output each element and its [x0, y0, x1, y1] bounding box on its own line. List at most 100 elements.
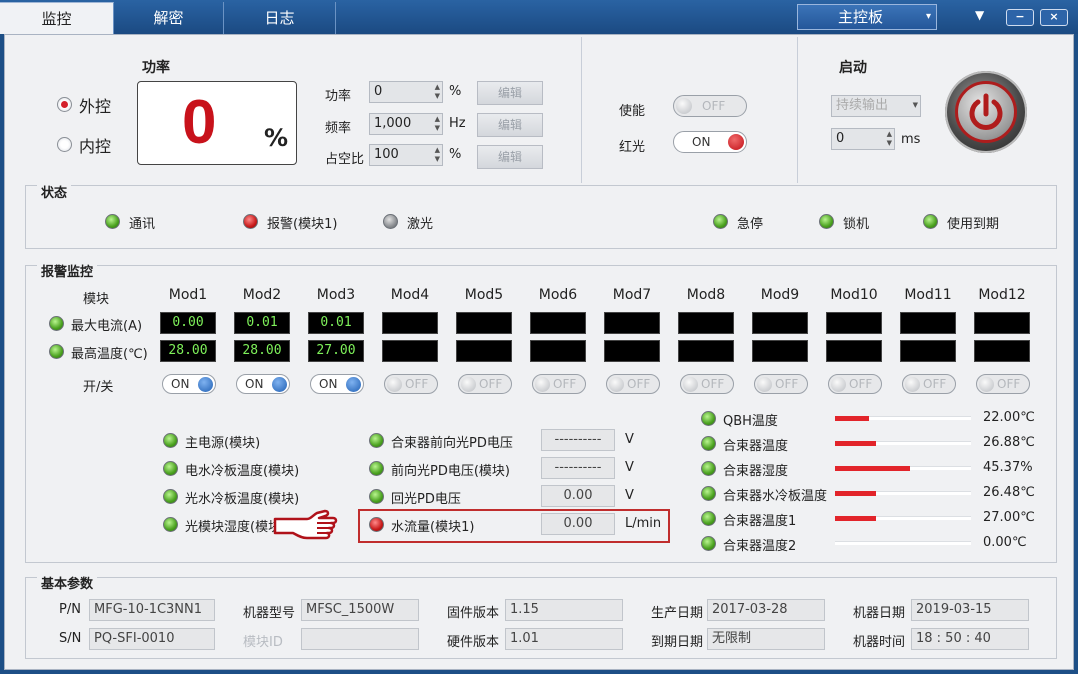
module-header-10: Mod10 — [830, 287, 878, 303]
module-switch-4[interactable]: OFF — [384, 374, 438, 394]
spinner-icon[interactable]: ▲ ▼ — [435, 146, 440, 164]
switch-state: OFF — [701, 377, 725, 391]
sensor-led — [701, 486, 716, 501]
pointing-hand-icon — [273, 509, 338, 540]
enable-toggle[interactable]: OFF — [673, 95, 747, 117]
sensor-value: 27.00℃ — [983, 510, 1035, 525]
comm-led — [105, 214, 120, 229]
module-switch-6[interactable]: OFF — [532, 374, 586, 394]
sensor-bar-fill — [835, 516, 876, 521]
module-switch-3[interactable]: ON — [310, 374, 364, 394]
module-switch-12[interactable]: OFF — [976, 374, 1030, 394]
max-current-cell — [900, 312, 956, 334]
sensor-label: 合束器湿度 — [723, 464, 789, 479]
max-temp-cell — [604, 340, 660, 362]
spinner-icon[interactable]: ▲ ▼ — [435, 115, 440, 133]
module-switch-9[interactable]: OFF — [754, 374, 808, 394]
switch-state: ON — [319, 377, 338, 391]
module-switch-5[interactable]: OFF — [458, 374, 512, 394]
sensor-label: QBH温度 — [723, 414, 778, 429]
max-temp-cell — [752, 340, 808, 362]
main-board-select[interactable]: 主控板 ▾ — [797, 4, 937, 30]
basic-param-label: 机器时间 — [853, 635, 906, 650]
start-title: 启动 — [839, 60, 867, 76]
menu-arrow-icon[interactable]: ▼ — [975, 8, 984, 22]
sensor-bar — [835, 516, 971, 521]
power-title: 功率 — [142, 60, 170, 76]
max-current-cell — [530, 312, 586, 334]
alarm-item-label: 光模块湿度(模块) — [185, 520, 287, 535]
alarm-item-label: 回光PD电压 — [391, 492, 461, 507]
sensor-bar — [835, 541, 971, 545]
module-switch-11[interactable]: OFF — [902, 374, 956, 394]
red-light-toggle[interactable]: ON — [673, 131, 747, 153]
start-power-button[interactable] — [945, 71, 1027, 153]
module-switch-8[interactable]: OFF — [680, 374, 734, 394]
max-current-label: 最大电流(A) — [71, 319, 143, 334]
sensor-bar-fill — [835, 416, 869, 421]
basic-param-value: MFG-10-1C3NN1 — [89, 599, 215, 621]
max-temp-cell: 27.00 — [308, 340, 364, 362]
param-frequency-input[interactable]: 1,000 ▲ ▼ — [369, 113, 443, 135]
sensor-value: 26.88℃ — [983, 435, 1035, 450]
close-button[interactable]: × — [1040, 9, 1068, 26]
tab-decrypt[interactable]: 解密 — [114, 2, 224, 34]
internal-control-label: 内控 — [79, 137, 112, 156]
toggle-knob — [728, 134, 744, 150]
radio-external-control[interactable] — [57, 97, 72, 112]
tab-monitor[interactable]: 监控 — [0, 2, 114, 34]
edit-frequency-button[interactable]: 编辑 — [477, 113, 543, 137]
switch-state: OFF — [553, 377, 577, 391]
param-power-label: 功率 — [325, 89, 352, 104]
module-header-4: Mod4 — [390, 287, 430, 303]
max-current-cell: 0.00 — [160, 312, 216, 334]
sensor-value: 45.37% — [983, 460, 1033, 475]
max-temp-cell — [974, 340, 1030, 362]
module-switch-7[interactable]: OFF — [606, 374, 660, 394]
spinner-icon[interactable]: ▲ ▼ — [435, 83, 440, 101]
module-header-9: Mod9 — [760, 287, 800, 303]
switch-state: ON — [171, 377, 190, 391]
alarm-item-value: 0.00 — [541, 485, 615, 507]
max-temp-led — [49, 344, 64, 359]
sensor-bar-fill — [835, 441, 876, 446]
module-header-11: Mod11 — [904, 287, 952, 303]
param-power-input[interactable]: 0 ▲ ▼ — [369, 81, 443, 103]
estop-label: 急停 — [737, 217, 764, 232]
max-current-cell — [752, 312, 808, 334]
radio-internal-control[interactable] — [57, 137, 72, 152]
basic-param-value: 1.15 — [505, 599, 623, 621]
lock-label: 锁机 — [843, 217, 870, 232]
module-header-3: Mod3 — [316, 287, 356, 303]
param-duty-input[interactable]: 100 ▲ ▼ — [369, 144, 443, 166]
alarm-item-label: 电水冷板温度(模块) — [185, 464, 300, 479]
switch-label: 开/关 — [83, 380, 114, 395]
basic-param-label: 固件版本 — [447, 606, 500, 621]
edit-duty-button[interactable]: 编辑 — [477, 145, 543, 169]
module-switch-10[interactable]: OFF — [828, 374, 882, 394]
basic-param-label: 机器型号 — [243, 606, 296, 621]
module-header-5: Mod5 — [464, 287, 504, 303]
module-switch-2[interactable]: ON — [236, 374, 290, 394]
duration-input[interactable]: 0 ▲ ▼ — [831, 128, 895, 150]
module-header-8: Mod8 — [686, 287, 726, 303]
basic-param-value: 无限制 — [707, 628, 825, 650]
minimize-button[interactable]: − — [1006, 9, 1034, 26]
module-switch-1[interactable]: ON — [162, 374, 216, 394]
switch-state: OFF — [923, 377, 947, 391]
toggle-knob — [683, 376, 698, 392]
basic-param-value: 2019-03-15 — [911, 599, 1029, 621]
toggle-knob — [757, 376, 772, 392]
tab-log[interactable]: 日志 — [224, 2, 336, 34]
max-temp-cell — [382, 340, 438, 362]
edit-power-button[interactable]: 编辑 — [477, 81, 543, 105]
toggle-knob — [461, 376, 476, 392]
max-temp-label: 最高温度(℃) — [71, 347, 148, 362]
basic-param-label: P/N — [59, 602, 81, 617]
output-mode-select[interactable]: 持续输出 ▼ — [831, 95, 921, 117]
alarm-item-unit: V — [625, 460, 634, 475]
output-mode-value: 持续输出 — [836, 98, 889, 113]
param-duty-unit: % — [449, 147, 462, 162]
spinner-icon[interactable]: ▲ ▼ — [887, 130, 892, 148]
enable-state: OFF — [702, 99, 726, 113]
